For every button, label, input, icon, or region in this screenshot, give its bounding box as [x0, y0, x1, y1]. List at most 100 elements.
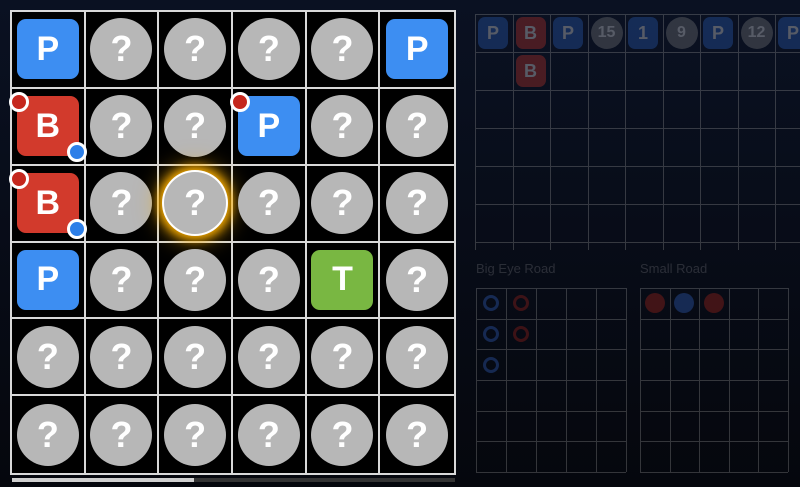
- red-ring-marker: [513, 295, 529, 312]
- grid-cell[interactable]: ?: [12, 319, 86, 397]
- grid-cell[interactable]: P: [12, 12, 86, 89]
- hidden-result-circle[interactable]: ?: [16, 403, 79, 466]
- grid-cell[interactable]: ?: [232, 165, 307, 243]
- player-result-tile: P: [386, 19, 449, 80]
- grid-cell[interactable]: T: [306, 242, 381, 320]
- red-dot-marker: [644, 293, 665, 314]
- hidden-result-circle[interactable]: ?: [386, 248, 449, 311]
- hidden-result-circle[interactable]: ?: [164, 172, 227, 235]
- grid-cell[interactable]: P: [229, 88, 307, 166]
- road-gridline: [640, 410, 788, 412]
- grid-cell[interactable]: ?: [159, 165, 233, 243]
- bead-road-gridline: [475, 128, 800, 129]
- road-gridline: [476, 441, 626, 443]
- grid-cell[interactable]: P: [380, 12, 454, 89]
- road-gridline: [640, 349, 788, 351]
- hidden-result-circle[interactable]: ?: [164, 18, 227, 81]
- grid-cell[interactable]: ?: [307, 396, 381, 473]
- grid-cell[interactable]: ?: [86, 396, 160, 473]
- hidden-result-circle[interactable]: ?: [90, 172, 153, 235]
- blue-ring-marker: [483, 356, 499, 373]
- grid-cell[interactable]: ?: [380, 243, 454, 320]
- grid-cell[interactable]: ?: [85, 165, 160, 243]
- grid-cell[interactable]: ?: [232, 319, 307, 397]
- road-gridline: [640, 288, 788, 289]
- grid-cell[interactable]: ?: [306, 88, 381, 166]
- grid-cell[interactable]: ?: [159, 319, 233, 397]
- bead-player-marker: P: [703, 17, 733, 49]
- hidden-result-circle[interactable]: ?: [90, 95, 153, 158]
- hidden-result-circle[interactable]: ?: [164, 95, 227, 158]
- grid-cell[interactable]: ?: [233, 396, 307, 473]
- grid-cell[interactable]: B: [8, 88, 87, 166]
- hidden-result-circle[interactable]: ?: [311, 18, 374, 81]
- bead-number-marker: 15: [590, 17, 623, 49]
- hidden-result-circle[interactable]: ?: [311, 172, 374, 235]
- grid-cell[interactable]: ?: [12, 396, 86, 473]
- horizontal-scrollbar-thumb[interactable]: [12, 478, 194, 482]
- hidden-result-circle[interactable]: ?: [386, 403, 449, 466]
- hidden-result-circle[interactable]: ?: [164, 325, 227, 388]
- red-pair-dot-icon: [229, 92, 250, 113]
- grid-cell[interactable]: ?: [85, 319, 160, 397]
- small-road-label: Small Road: [640, 261, 708, 276]
- bead-player-marker: P: [553, 17, 583, 49]
- blue-dot-marker: [674, 293, 695, 314]
- grid-cell[interactable]: ?: [85, 12, 160, 89]
- red-pair-dot-icon: [8, 92, 29, 113]
- player-result-tile: P: [16, 249, 79, 310]
- road-gridline: [476, 380, 626, 381]
- hidden-result-circle[interactable]: ?: [311, 403, 374, 466]
- blue-pair-dot-icon: [66, 219, 87, 240]
- grid-cell[interactable]: ?: [232, 12, 307, 89]
- grid-cell[interactable]: ?: [85, 242, 160, 320]
- grid-cell[interactable]: ?: [380, 319, 454, 397]
- grid-cell[interactable]: ?: [159, 396, 233, 473]
- hidden-result-circle[interactable]: ?: [90, 248, 153, 311]
- grid-cell[interactable]: ?: [380, 166, 454, 243]
- bead-road-gridline: [475, 242, 800, 243]
- grid-cell[interactable]: B: [8, 165, 87, 243]
- hidden-result-circle[interactable]: ?: [237, 403, 300, 466]
- hidden-result-circle[interactable]: ?: [386, 172, 449, 235]
- grid-cell[interactable]: ?: [380, 396, 454, 473]
- hidden-result-circle[interactable]: ?: [237, 248, 300, 311]
- red-pair-dot-icon: [8, 169, 29, 190]
- grid-cell[interactable]: ?: [85, 88, 160, 166]
- road-gridline: [640, 441, 788, 443]
- hidden-result-circle[interactable]: ?: [386, 95, 449, 158]
- result-grid: P???? P B?? P?? B????? P??? T?????????????: [8, 10, 456, 475]
- grid-cell[interactable]: ?: [159, 242, 233, 320]
- blue-pair-dot-icon: [66, 142, 87, 163]
- grid-cell[interactable]: ?: [306, 319, 381, 397]
- hidden-result-circle[interactable]: ?: [16, 325, 79, 388]
- bead-road-gridline: [550, 14, 551, 250]
- grid-cell[interactable]: P: [12, 242, 86, 320]
- hidden-result-circle[interactable]: ?: [164, 248, 227, 311]
- hidden-result-circle[interactable]: ?: [90, 18, 153, 81]
- hidden-result-circle[interactable]: ?: [386, 325, 449, 388]
- grid-cell[interactable]: ?: [380, 89, 454, 166]
- bead-banker-marker: B: [515, 55, 546, 87]
- grid-cell[interactable]: ?: [232, 242, 307, 320]
- grid-cell[interactable]: ?: [159, 88, 233, 166]
- bead-road-gridline: [475, 14, 800, 15]
- road-gridline: [640, 472, 788, 473]
- hidden-result-circle[interactable]: ?: [164, 403, 227, 466]
- grid-cell[interactable]: ?: [159, 12, 233, 89]
- hidden-result-circle[interactable]: ?: [311, 325, 374, 388]
- road-gridline: [476, 410, 626, 412]
- hidden-result-circle[interactable]: ?: [237, 172, 300, 235]
- grid-cell[interactable]: ?: [306, 12, 381, 89]
- hidden-result-circle[interactable]: ?: [237, 18, 300, 81]
- hidden-result-circle[interactable]: ?: [90, 403, 153, 466]
- hidden-result-circle[interactable]: ?: [311, 95, 374, 158]
- road-gridline: [626, 288, 627, 472]
- bead-road-gridline: [475, 52, 800, 53]
- hidden-result-circle[interactable]: ?: [237, 325, 300, 388]
- bead-road-gridline: [512, 14, 514, 250]
- grid-cell[interactable]: ?: [306, 165, 381, 243]
- player-result-tile: P: [16, 19, 79, 80]
- hidden-result-circle[interactable]: ?: [90, 325, 153, 388]
- banker-result-tile: B: [8, 92, 87, 163]
